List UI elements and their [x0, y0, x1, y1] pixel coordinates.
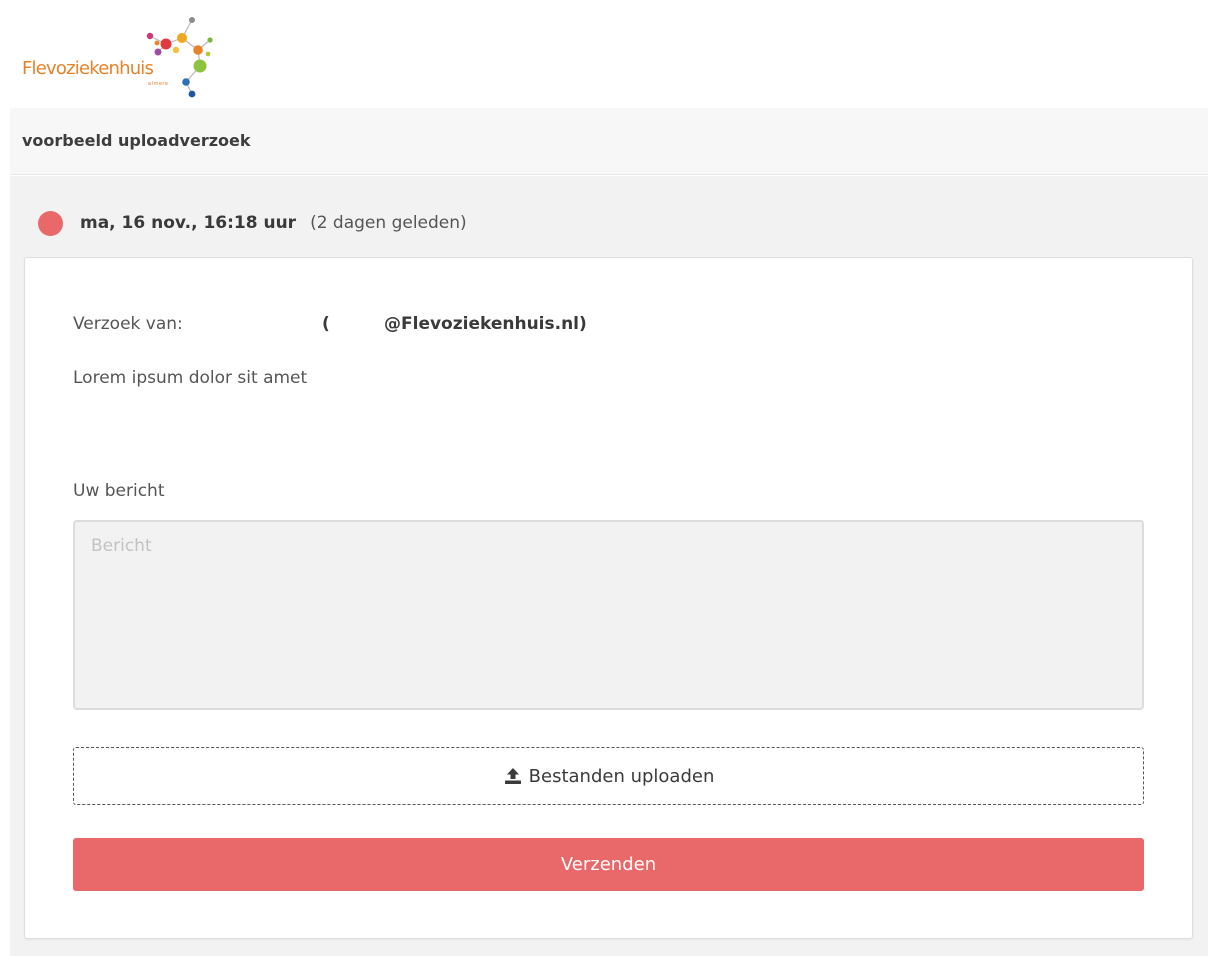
message-label: Uw bericht [73, 481, 165, 501]
status-date: ma, 16 nov., 16:18 uur [80, 213, 297, 233]
send-button-label: Verzenden [560, 854, 657, 875]
message-textarea[interactable] [73, 520, 1144, 710]
status-row: ma, 16 nov., 16:18 uur (2 dagen geleden) [38, 210, 467, 236]
logo-subtext: almere [148, 81, 169, 87]
upload-files-button[interactable]: Bestanden uploaden [73, 747, 1144, 805]
request-from-label: Verzoek van: [73, 314, 183, 334]
status-dot-icon [38, 210, 63, 236]
logo-text: Flevoziekenhuis [22, 58, 154, 79]
request-description: Lorem ipsum dolor sit amet [73, 368, 308, 388]
request-card: Verzoek van: ( @Flevoziekenhuis.nl) Lore… [24, 257, 1193, 939]
logo: Flevoziekenhuis almere [20, 10, 220, 98]
upload-files-label: Bestanden uploaden [528, 765, 715, 787]
request-from-paren: ( [322, 314, 330, 334]
request-from-email: @Flevoziekenhuis.nl) [384, 314, 587, 334]
upload-icon [503, 766, 523, 786]
status-relative-time: (2 dagen geleden) [310, 213, 467, 233]
header-bar: voorbeeld uploadverzoek [10, 108, 1208, 175]
page-title: voorbeeld uploadverzoek [22, 131, 251, 150]
send-button[interactable]: Verzenden [73, 838, 1144, 891]
